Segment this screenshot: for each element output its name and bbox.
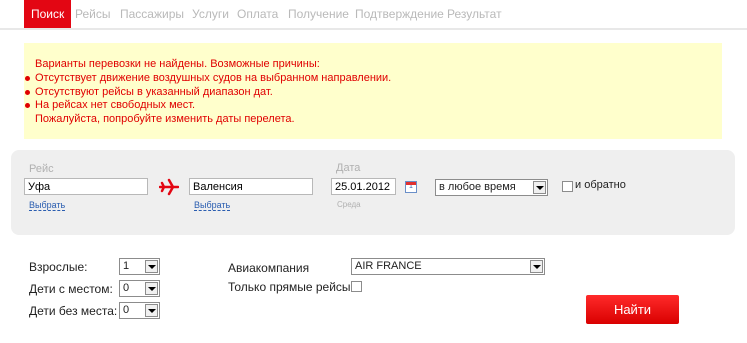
choose-to-link[interactable]: Выбрать (194, 200, 231, 211)
error-reason-text: На рейсах нет свободных мест. (35, 99, 196, 111)
direct-flights-checkbox[interactable] (351, 281, 362, 292)
chevron-down-icon[interactable] (145, 260, 158, 273)
direct-flights-label: Только прямые рейсы (228, 280, 351, 294)
weekday-label: Среда (337, 200, 361, 209)
tab-confirmation[interactable]: Подтверждение (355, 0, 444, 28)
choose-from-link[interactable]: Выбрать (29, 200, 66, 211)
tab-payment[interactable]: Оплата (237, 0, 278, 28)
tabs-divider (0, 28, 747, 30)
chevron-down-icon[interactable] (145, 282, 158, 295)
adults-label: Взрослые: (29, 260, 88, 274)
error-message-box: Варианты перевозки не найдены. Возможные… (24, 43, 722, 139)
children-seat-value: 0 (123, 282, 130, 294)
search-submit-button[interactable]: Найти (586, 295, 679, 324)
time-select[interactable]: в любое время (435, 179, 548, 196)
children-seat-label: Дети с местом: (29, 282, 113, 296)
airplane-icon (159, 178, 179, 196)
adults-value: 1 (123, 260, 130, 272)
chevron-down-icon[interactable] (530, 260, 543, 273)
tab-result[interactable]: Результат (447, 0, 502, 28)
chevron-down-icon[interactable] (533, 181, 546, 194)
bullet-icon (25, 103, 30, 108)
to-city-input[interactable] (189, 178, 313, 195)
tab-delivery[interactable]: Получение (288, 0, 349, 28)
date-input[interactable] (331, 178, 396, 195)
children-seat-select[interactable]: 0 (119, 280, 160, 297)
route-label: Рейс (29, 163, 54, 175)
tab-services[interactable]: Услуги (192, 0, 229, 28)
tab-passengers[interactable]: Пассажиры (120, 0, 184, 28)
bullet-icon (25, 90, 30, 95)
bullet-icon (25, 76, 30, 81)
adults-select[interactable]: 1 (119, 258, 160, 275)
error-reason: Отсутствуют рейсы в указанный диапазон д… (25, 86, 273, 98)
return-trip-label: и обратно (575, 179, 626, 191)
error-reason-text: Отсутствуют рейсы в указанный диапазон д… (35, 86, 273, 98)
tab-search[interactable]: Поиск (24, 0, 72, 28)
date-label: Дата (336, 162, 361, 174)
error-title: Варианты перевозки не найдены. Возможные… (35, 58, 320, 70)
children-noseat-select[interactable]: 0 (119, 302, 160, 319)
children-noseat-label: Дети без места: (29, 304, 118, 318)
calendar-icon[interactable]: 1 (405, 181, 417, 193)
airline-value: AIR FRANCE (355, 260, 422, 272)
chevron-down-icon[interactable] (145, 304, 158, 317)
error-footer: Пожалуйста, попробуйте изменить даты пер… (35, 113, 295, 125)
tab-flights[interactable]: Рейсы (75, 0, 110, 28)
return-trip-checkbox[interactable] (562, 181, 573, 192)
time-select-value: в любое время (439, 181, 516, 193)
error-reason-text: Отсутствует движение воздушных судов на … (35, 72, 392, 84)
airline-select[interactable]: AIR FRANCE (351, 258, 545, 275)
from-city-input[interactable] (24, 178, 148, 195)
error-reason: На рейсах нет свободных мест. (25, 99, 196, 111)
children-noseat-value: 0 (123, 304, 130, 316)
airline-label: Авиакомпания (228, 261, 310, 275)
step-tabs: Поиск Рейсы Пассажиры Услуги Оплата Полу… (0, 0, 747, 30)
error-reason: Отсутствует движение воздушных судов на … (25, 72, 392, 84)
